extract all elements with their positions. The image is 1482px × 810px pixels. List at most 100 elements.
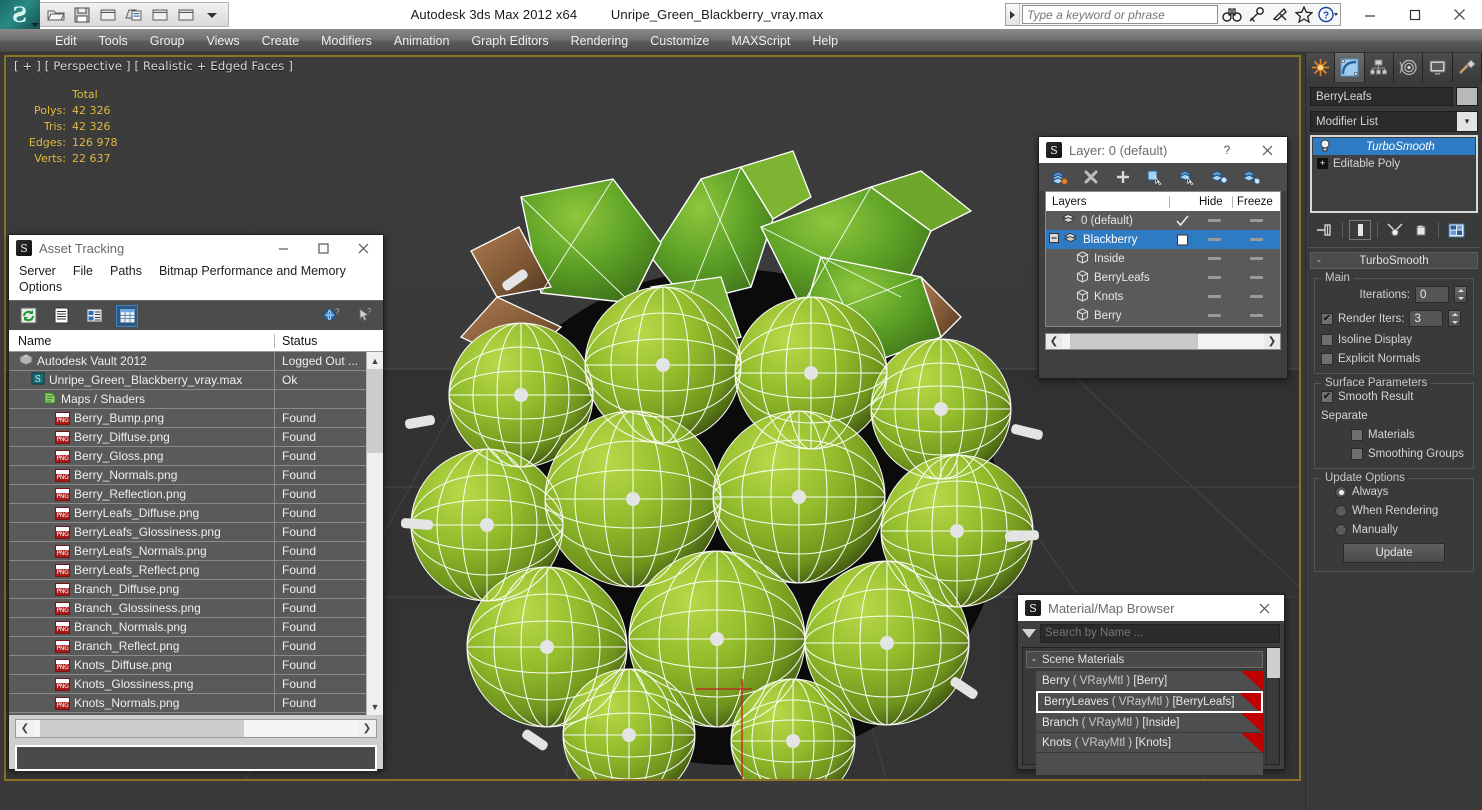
layer-properties-icon[interactable] [1241,167,1261,187]
layer-dialog-help-button[interactable]: ? [1207,137,1247,163]
layer-freeze-cell[interactable] [1233,314,1280,317]
delete-layer-icon[interactable] [1081,167,1101,187]
asset-row[interactable]: PNG BerryLeafs_Reflect.png Found [9,560,383,580]
select-objects-in-layer-icon[interactable] [1145,167,1165,187]
menu-edit[interactable]: Edit [44,31,88,51]
redo-icon[interactable] [121,3,147,26]
add-to-layer-icon[interactable] [1113,167,1133,187]
hierarchy-tab[interactable] [1364,53,1394,82]
material-map-browser-dialog[interactable]: S Material/Map Browser - Scene Materials… [1017,594,1285,775]
layer-hscroll-right-icon[interactable]: ❯ [1264,336,1280,347]
layer-hide-cell[interactable] [1195,314,1233,317]
select-highlighted-objects-icon[interactable] [1177,167,1197,187]
details-view-icon[interactable] [83,305,105,327]
asset-tracking-vscrollbar[interactable]: ▲ ▼ [366,352,383,715]
object-name-field[interactable]: BerryLeafs [1310,87,1453,106]
material-item[interactable]: BerryLeaves ( VRayMtl ) [BerryLeafs] [1036,691,1263,713]
separate-smoothing-groups-checkbox[interactable] [1351,448,1363,460]
asset-tracking-dialog[interactable]: S Asset Tracking Server File Paths Bitmap P… [8,234,384,771]
update-when-rendering-radio[interactable] [1335,505,1347,517]
asset-row[interactable]: PNG BerryLeafs_Glossiness.png Found [9,522,383,542]
layer-freeze-cell[interactable] [1233,257,1280,260]
rollout-collapse-icon[interactable]: - [1317,255,1321,267]
column-header-name[interactable]: Name [9,333,275,348]
expand-collapse-icon[interactable] [1049,233,1059,246]
create-tab[interactable] [1306,53,1336,82]
remove-modifier-icon[interactable] [1410,220,1432,240]
menu-modifiers[interactable]: Modifiers [310,31,383,51]
material-search-input[interactable] [1040,623,1280,643]
at-menu-bitmap-performance-and-memory[interactable]: Bitmap Performance and Memory [159,264,346,278]
asset-row[interactable]: PNG Branch_Reflect.png Found [9,636,383,656]
menu-maxscript[interactable]: MAXScript [720,31,801,51]
column-header-freeze[interactable]: Freeze [1233,196,1280,208]
layer-freeze-cell[interactable] [1233,219,1280,222]
layer-active-cell[interactable] [1170,234,1195,246]
layer-row[interactable]: BerryLeafs [1046,268,1280,287]
object-color-swatch[interactable] [1456,87,1478,106]
asset-tracking-hscrollbar[interactable]: ❮ ❯ [15,719,377,738]
grid-view-icon[interactable] [116,304,138,327]
layer-hide-cell[interactable] [1195,219,1233,222]
layer-dialog-titlebar[interactable]: S Layer: 0 (default) ? [1039,137,1287,163]
app-logo-button[interactable]: S [0,0,40,29]
asset-row[interactable]: PNG Branch_Glossiness.png Found [9,598,383,618]
new-scene-icon[interactable] [147,3,173,26]
at-menu-file[interactable]: File [73,264,93,278]
at-menu-server[interactable]: Server [19,264,56,278]
help-icon[interactable]: ? [1316,4,1340,26]
layer-hide-cell[interactable] [1195,276,1233,279]
asset-row[interactable]: S Unripe_Green_Blackberry_vray.max Ok [9,370,383,390]
asset-row[interactable]: PNG Knots_Normals.png Found [9,693,383,713]
layer-active-cell[interactable] [1170,214,1195,227]
material-item[interactable]: Berry ( VRayMtl ) [Berry] [1036,671,1263,691]
star-icon[interactable] [1292,4,1316,26]
chevron-down-icon[interactable]: ▾ [1457,112,1477,131]
scroll-down-icon[interactable]: ▼ [367,698,383,715]
refresh-icon[interactable] [17,305,39,327]
satellite-icon[interactable] [1268,4,1292,26]
menu-views[interactable]: Views [195,31,250,51]
modify-tab[interactable] [1335,53,1365,82]
material-browser-vscrollbar[interactable] [1266,648,1280,764]
layer-hide-cell[interactable] [1195,257,1233,260]
display-tab[interactable] [1423,53,1453,82]
material-vscroll-thumb[interactable] [1267,648,1280,678]
layer-row[interactable]: 0 (default) [1046,211,1280,230]
binoculars-icon[interactable] [1220,4,1244,26]
separate-materials-checkbox[interactable] [1351,429,1363,441]
layer-row[interactable]: Knots [1046,287,1280,306]
menu-customize[interactable]: Customize [639,31,720,51]
menu-graph-editors[interactable]: Graph Editors [460,31,559,51]
asset-row[interactable]: Maps / Shaders [9,389,383,409]
asset-row[interactable]: PNG Berry_Normals.png Found [9,465,383,485]
layer-freeze-cell[interactable] [1233,276,1280,279]
layer-row[interactable]: Berry [1046,306,1280,325]
hscroll-track[interactable] [34,720,358,737]
key-icon[interactable] [1244,4,1268,26]
iterations-field[interactable]: 0 [1415,286,1449,303]
modifier-list-dropdown[interactable]: Modifier List ▾ [1310,111,1478,132]
asset-row[interactable]: PNG Berry_Gloss.png Found [9,446,383,466]
layer-hscroll-thumb[interactable] [1070,334,1198,349]
asset-tracking-titlebar[interactable]: S Asset Tracking [9,235,383,261]
list-view-icon[interactable] [50,305,72,327]
maximize-button[interactable] [1392,0,1437,29]
asset-row[interactable]: PNG Berry_Reflection.png Found [9,484,383,504]
highlight-selected-objects-icon[interactable] [1209,167,1229,187]
pin-stack-icon[interactable] [1314,220,1336,240]
search-input[interactable] [1022,5,1218,24]
save-file-icon[interactable] [69,3,95,26]
layer-hscroll-left-icon[interactable]: ❮ [1046,336,1062,347]
layer-dialog[interactable]: S Layer: 0 (default) ? Layers Hide Freez… [1038,136,1288,379]
asset-row[interactable]: PNG BerryLeafs_Normals.png Found [9,541,383,561]
set-project-icon[interactable] [173,3,199,26]
layer-row[interactable]: Inside [1046,249,1280,268]
layer-hide-cell[interactable] [1195,295,1233,298]
layer-hide-cell[interactable] [1195,238,1233,241]
update-manually-radio[interactable] [1335,524,1347,536]
hscroll-right-icon[interactable]: ❯ [358,723,376,734]
update-always-radio[interactable] [1335,486,1347,498]
update-button[interactable]: Update [1343,543,1445,563]
layer-freeze-cell[interactable] [1233,295,1280,298]
